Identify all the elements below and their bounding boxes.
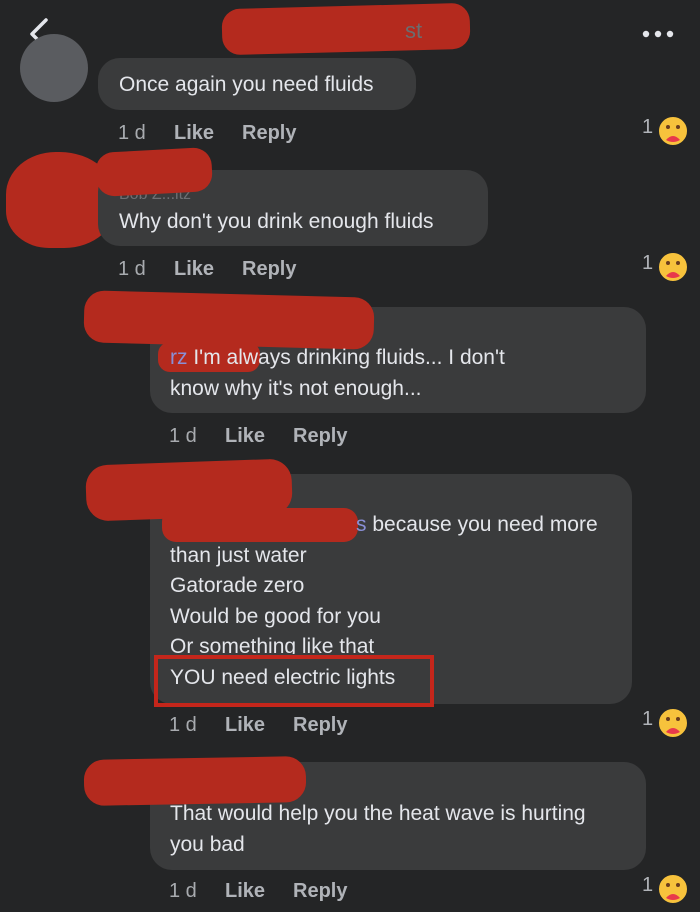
redacted-avatar-and-author (83, 290, 375, 350)
comment-actions: 1 d Like Reply (118, 258, 418, 284)
more-button[interactable] (638, 18, 678, 48)
reply-button[interactable]: Reply (242, 258, 296, 281)
redacted-page-title (221, 2, 471, 56)
comment-text-line: Would be good for you (170, 605, 381, 628)
comment-text: rz I'm always drinking fluids... I don't (170, 343, 505, 374)
care-emoji-icon (656, 872, 690, 912)
comment-actions: 1 d Like Reply (169, 880, 469, 906)
redacted-mention (162, 508, 358, 542)
like-button[interactable]: Like (174, 122, 214, 145)
comment-time: 1 d (169, 425, 197, 447)
reply-button[interactable]: Reply (242, 122, 296, 145)
comment-time: 1 d (169, 880, 197, 902)
care-emoji-icon (656, 706, 690, 746)
reply-button[interactable]: Reply (293, 714, 347, 737)
redacted-author-name (94, 146, 214, 198)
reaction-summary[interactable]: 1 (642, 114, 692, 148)
mention-fragment: rz (170, 346, 188, 369)
comment-actions: 1 d Like Reply (169, 714, 469, 740)
more-dots-icon (642, 30, 674, 38)
comment-text: s because you need more (356, 510, 598, 541)
reaction-summary[interactable]: 1 (642, 250, 692, 284)
comment-text-line: you bad (170, 833, 245, 856)
comment-text: Why don't you drink enough fluids (119, 210, 434, 233)
reaction-count: 1 (642, 116, 654, 138)
like-button[interactable]: Like (225, 714, 265, 737)
comment-text-line: know why it's not enough... (170, 377, 422, 400)
avatar[interactable] (20, 34, 88, 102)
like-button[interactable]: Like (225, 880, 265, 903)
comment-actions: 1 d Like Reply (169, 425, 469, 451)
comment-time: 1 d (118, 122, 146, 144)
reaction-count: 1 (642, 252, 654, 274)
comment-text-line: That would help you the heat wave is hur… (170, 802, 586, 825)
comment-text-line: Gatorade zero (170, 574, 305, 597)
comment-time: 1 d (118, 258, 146, 280)
highlight-box (154, 655, 434, 707)
page-title-fragment: st (405, 18, 423, 43)
comment-actions: 1 d Like Reply (118, 122, 418, 148)
reaction-summary[interactable]: 1 (642, 872, 692, 906)
reply-button[interactable]: Reply (293, 425, 347, 448)
like-button[interactable]: Like (225, 425, 265, 448)
mention-fragment: s (356, 513, 367, 536)
comment-text-line: Or something like that (170, 635, 375, 654)
care-emoji-icon (656, 250, 690, 290)
comment-text-line: I'm always drinking fluids... I don't (193, 346, 505, 369)
comment-text-line: than just water (170, 544, 307, 567)
comment-text-line: because you need more (372, 513, 598, 536)
reaction-count: 1 (642, 708, 654, 730)
reply-button[interactable]: Reply (293, 880, 347, 903)
like-button[interactable]: Like (174, 258, 214, 281)
comment-time: 1 d (169, 714, 197, 736)
reaction-summary[interactable]: 1 (642, 706, 692, 740)
care-emoji-icon (656, 114, 690, 154)
reaction-count: 1 (642, 874, 654, 896)
comment-text: Once again you need fluids (119, 73, 374, 96)
